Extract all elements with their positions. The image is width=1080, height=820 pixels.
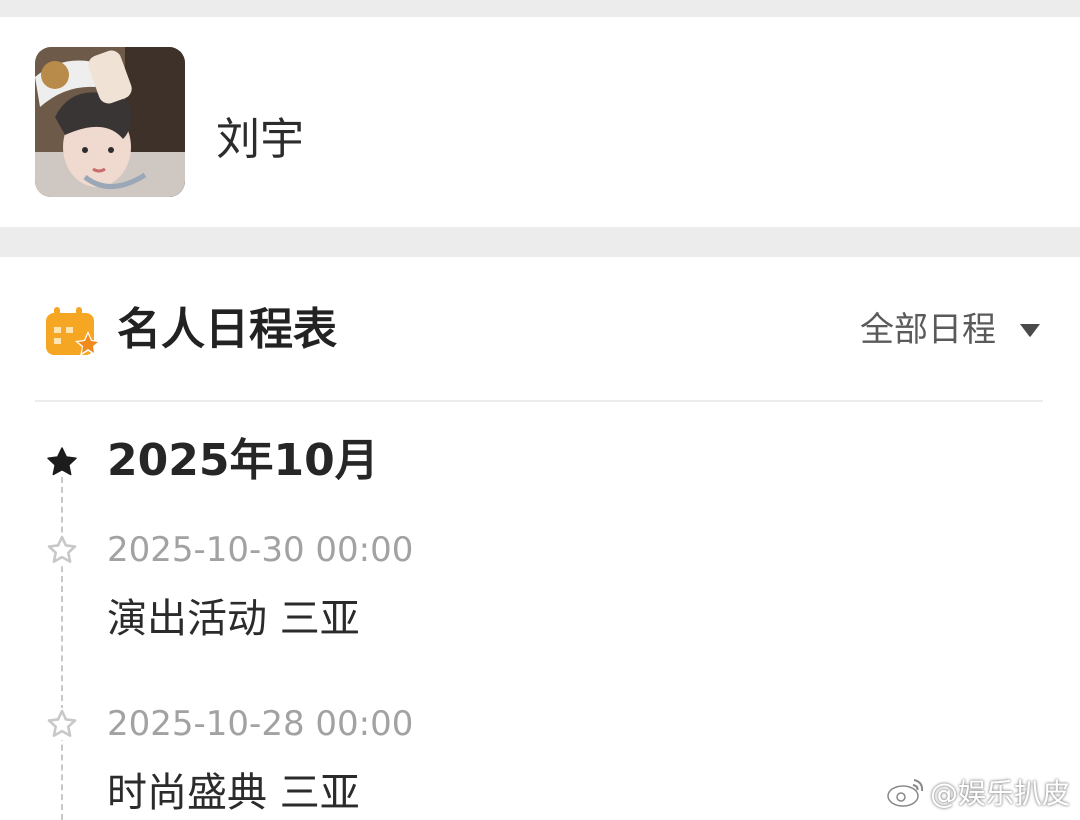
watermark-text: @娱乐扒皮	[929, 777, 1070, 810]
timeline-line	[61, 477, 63, 820]
schedule-header: 名人日程表 全部日程	[0, 257, 1080, 402]
profile-name: 刘宇	[216, 114, 304, 165]
calendar-star-icon	[44, 307, 102, 357]
star-outline-icon	[46, 534, 78, 566]
schedule-title: 名人日程表	[117, 304, 337, 355]
schedule-card: 名人日程表 全部日程 2025年10月 2025-10-30 00:00 演出活…	[0, 257, 1080, 820]
weibo-logo-icon	[886, 776, 926, 808]
event-title[interactable]: 时尚盛典 三亚	[107, 769, 360, 817]
filter-label: 全部日程	[860, 310, 996, 350]
watermark: @娱乐扒皮	[886, 772, 1070, 812]
avatar[interactable]	[35, 47, 185, 197]
caret-down-icon	[1018, 322, 1042, 338]
month-heading: 2025年10月	[107, 435, 379, 486]
star-filled-icon	[46, 446, 78, 478]
profile-card[interactable]: 刘宇	[0, 17, 1080, 227]
star-outline-icon	[46, 708, 78, 740]
header-divider	[35, 400, 1043, 402]
event-time: 2025-10-30 00:00	[107, 530, 414, 570]
event-time: 2025-10-28 00:00	[107, 704, 414, 744]
event-title[interactable]: 演出活动 三亚	[107, 595, 360, 643]
schedule-filter-dropdown[interactable]: 全部日程	[860, 308, 1042, 352]
